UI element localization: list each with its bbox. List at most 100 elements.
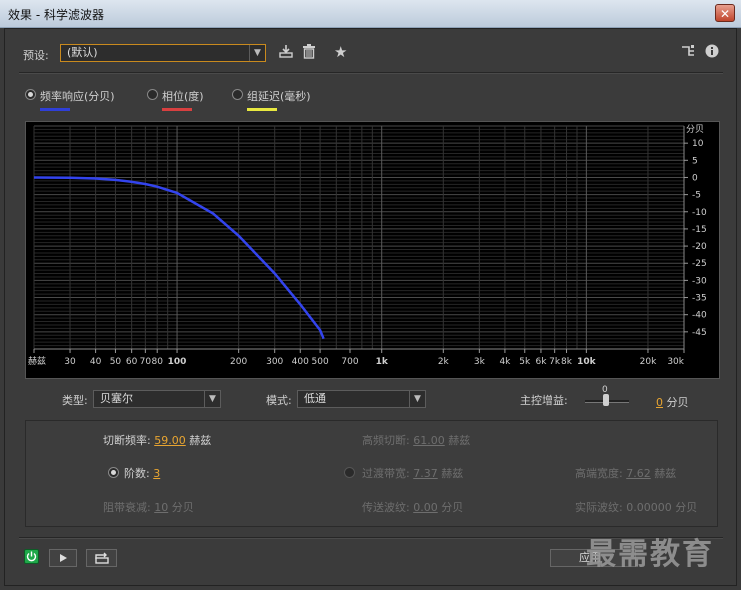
pass-ripple-readout: 传送波纹: 0.00 分贝 [362, 499, 463, 515]
high-width-unit: 赫兹 [654, 467, 677, 480]
x-tick-label: 2k [438, 357, 450, 367]
high-cutoff-readout: 高频切断: 61.00 赫兹 [362, 432, 470, 448]
cutoff-value[interactable]: 59.00 [154, 434, 186, 447]
title-bar: 效果 - 科学滤波器 ✕ [0, 0, 741, 28]
master-gain-slider[interactable] [585, 394, 629, 406]
power-toggle[interactable] [24, 549, 39, 564]
preset-value: (默认) [67, 46, 98, 59]
favorite-star-icon[interactable]: ★ [334, 44, 347, 60]
x-tick-label: 4k [499, 357, 511, 367]
x-tick-label: 1k [376, 357, 389, 367]
actual-ripple-value: 0.00000 [626, 501, 672, 514]
x-tick-label: 40 [90, 357, 102, 367]
x-tick-label: 200 [230, 357, 247, 367]
cutoff-unit: 赫兹 [189, 434, 212, 447]
actual-ripple-label: 实际波纹: [575, 501, 623, 514]
y-tick-label: -25 [692, 259, 707, 269]
x-tick-label: 10k [577, 357, 597, 367]
x-tick-label: 300 [266, 357, 283, 367]
x-tick-label: 7k [549, 357, 561, 367]
order-radio[interactable] [108, 467, 119, 478]
x-tick-label: 700 [341, 357, 358, 367]
type-value: 贝塞尔 [100, 392, 133, 405]
y-tick-label: -30 [692, 276, 707, 286]
mode-label: 模式: [266, 394, 292, 407]
x-tick-label: 60 [126, 357, 138, 367]
x-tick-label: 80 [151, 357, 163, 367]
play-icon [60, 554, 67, 562]
y-tick-label: -10 [692, 208, 707, 218]
y-tick-label: -35 [692, 294, 707, 304]
stop-atten-label: 阻带衰减: [103, 501, 151, 514]
power-icon [26, 551, 37, 562]
mode-value: 低通 [304, 392, 326, 405]
stop-atten-value: 10 [154, 501, 169, 514]
preset-select[interactable]: (默认) ▼ [60, 44, 266, 62]
mode-select[interactable]: 低通 ▼ [297, 390, 426, 408]
order-label: 阶数: [124, 467, 150, 480]
high-cutoff-label: 高频切断: [362, 434, 410, 447]
x-tick-label: 20k [640, 357, 657, 367]
master-gain-value[interactable]: 0 [656, 396, 663, 409]
slider-thumb[interactable] [603, 394, 609, 406]
view-radio[interactable] [232, 89, 243, 100]
view-radio[interactable] [147, 89, 158, 100]
delete-icon[interactable] [302, 44, 316, 63]
order-readout: 阶数: 3 [124, 465, 160, 481]
view-color-swatch [247, 108, 277, 111]
y-tick-label: 0 [692, 173, 698, 183]
transition-unit: 赫兹 [441, 467, 464, 480]
y-tick-label: 5 [692, 156, 698, 166]
x-tick-label: 400 [292, 357, 309, 367]
y-tick-label: -45 [692, 328, 707, 338]
x-tick-label: 3k [474, 357, 486, 367]
type-select[interactable]: 贝塞尔 ▼ [93, 390, 221, 408]
loop-button[interactable] [86, 549, 117, 567]
master-gain-readout: 0 分贝 [656, 394, 689, 410]
preset-label: 预设: [23, 49, 49, 62]
view-label[interactable]: 相位(度) [162, 88, 204, 104]
x-tick-label: 5k [519, 357, 531, 367]
x-tick-label: 50 [110, 357, 122, 367]
view-label[interactable]: 组延迟(毫秒) [247, 88, 311, 104]
loop-icon [94, 552, 109, 564]
y-tick-label: -5 [692, 191, 701, 201]
transition-label: 过渡带宽: [362, 467, 410, 480]
chart-svg: 1050-5-10-15-20-25-30-35-40-45分贝赫兹 30 40 50… [28, 124, 707, 367]
save-preset-icon[interactable] [279, 44, 293, 62]
effect-panel: 预设: (默认) ▼ ★ 频率响应(分贝) 相位(度) 组延迟(毫秒) 10 5 0 -5… [4, 28, 737, 586]
y-tick-label: 10 [692, 139, 704, 149]
y-tick-label: -15 [692, 225, 707, 235]
master-gain-unit: 分贝 [666, 396, 689, 409]
x-tick-label: 70 [140, 357, 152, 367]
type-label: 类型: [62, 394, 88, 407]
filter-params-panel: 切断频率: 59.00 赫兹 高频切断: 61.00 赫兹 阶数: 3 过渡带宽… [25, 420, 718, 527]
high-width-label: 高端宽度: [575, 467, 623, 480]
routing-icon[interactable] [681, 44, 695, 62]
high-width-readout: 高端宽度: 7.62 赫兹 [575, 465, 676, 481]
x-tick-label: 8k [561, 357, 573, 367]
high-cutoff-value: 61.00 [413, 434, 445, 447]
pass-ripple-value: 0.00 [413, 501, 438, 514]
view-label[interactable]: 频率响应(分贝) [40, 88, 115, 104]
info-icon[interactable] [705, 44, 719, 62]
divider [19, 72, 723, 74]
preview-play-button[interactable] [49, 549, 77, 567]
transition-radio[interactable] [344, 467, 355, 478]
x-tick-label: 100 [168, 357, 187, 367]
order-value[interactable]: 3 [153, 467, 160, 480]
stop-atten-readout: 阻带衰减: 10 分贝 [103, 499, 194, 515]
close-button[interactable]: ✕ [715, 4, 735, 22]
pass-ripple-label: 传送波纹: [362, 501, 410, 514]
y-tick-label: -40 [692, 311, 707, 321]
stop-atten-unit: 分贝 [171, 501, 194, 514]
actual-ripple-unit: 分贝 [675, 501, 698, 514]
chevron-down-icon: ▼ [204, 391, 220, 407]
cutoff-label: 切断频率: [103, 434, 151, 447]
view-radio[interactable] [25, 89, 36, 100]
transition-value: 7.37 [413, 467, 438, 480]
high-width-value: 7.62 [626, 467, 651, 480]
pass-ripple-unit: 分贝 [441, 501, 464, 514]
y-tick-label: -20 [692, 242, 707, 252]
x-tick-label: 500 [312, 357, 329, 367]
